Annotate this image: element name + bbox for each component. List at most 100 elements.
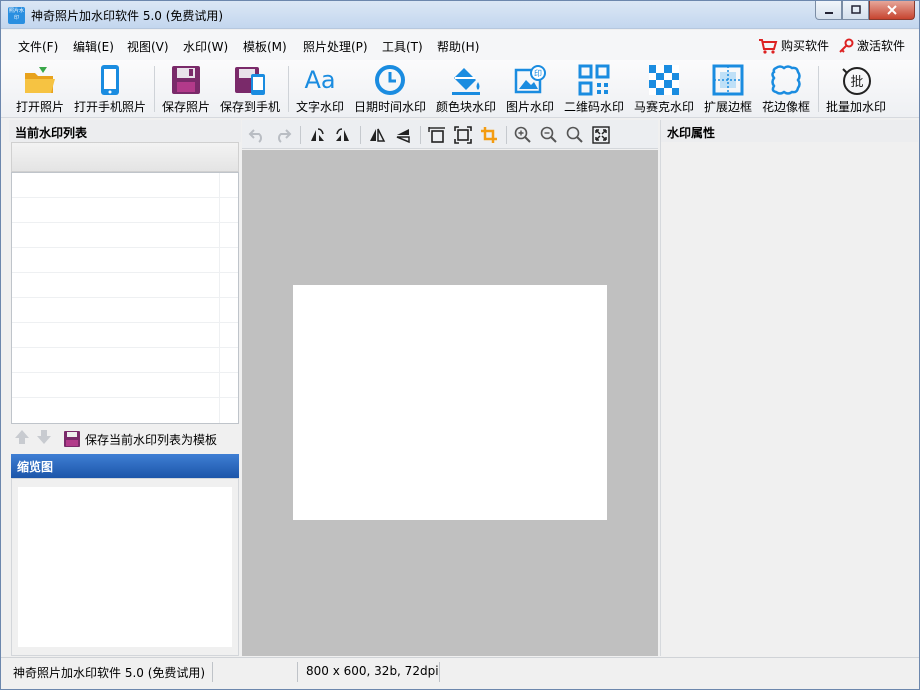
batch-watermark-button[interactable]: 批 批量加水印 [823, 62, 889, 116]
list-column-divider [219, 173, 220, 423]
close-button[interactable] [869, 1, 915, 20]
image-stamp-icon: 印 [514, 65, 546, 94]
flip-horizontal-button[interactable] [366, 124, 388, 146]
crop-button[interactable] [478, 124, 500, 146]
menu-tools[interactable]: 工具(T) [382, 38, 423, 55]
rotate-right-button[interactable] [332, 124, 354, 146]
canvas-toolbar [242, 120, 658, 149]
toolbar-separator [154, 66, 155, 112]
list-item[interactable] [12, 323, 238, 348]
status-separator [439, 662, 440, 682]
crop-icon [481, 127, 497, 143]
zoom-out-icon [540, 126, 557, 143]
rotate-left-button[interactable] [306, 124, 328, 146]
zoom-actual-icon [566, 126, 583, 143]
zoom-out-button[interactable] [538, 124, 560, 146]
list-item[interactable] [12, 223, 238, 248]
zoom-in-icon [514, 126, 531, 143]
text-watermark-label: 文字水印 [295, 100, 344, 114]
menu-watermark[interactable]: 水印(W) [183, 38, 228, 55]
status-bar: 神奇照片加水印软件 5.0 (免费试用) 800 x 600, 32b, 72d… [1, 657, 919, 689]
mosaic-watermark-button[interactable]: 马赛克水印 [631, 62, 697, 116]
arrow-up-icon [15, 430, 29, 444]
color-block-watermark-button[interactable]: 颜色块水印 [433, 62, 499, 116]
thumbnail-preview [18, 487, 232, 647]
menu-edit[interactable]: 编辑(E) [73, 38, 114, 55]
zoom-in-button[interactable] [512, 124, 534, 146]
thumbnail-panel [11, 478, 239, 656]
mosaic-icon [649, 65, 679, 95]
expand-border-icon [712, 64, 744, 96]
batch-icon: 批 [842, 67, 871, 95]
app-icon: 照片水印 [8, 7, 25, 24]
fit-window-button[interactable] [452, 124, 474, 146]
buy-button[interactable]: 购买软件 [758, 37, 829, 54]
image-watermark-label: 图片水印 [505, 100, 554, 114]
save-photo-label: 保存照片 [161, 100, 210, 114]
svg-text:印: 印 [534, 69, 542, 78]
move-down-button[interactable] [33, 429, 55, 449]
fullscreen-button[interactable] [590, 124, 612, 146]
list-item[interactable] [12, 173, 238, 198]
save-to-phone-label: 保存到手机 [219, 100, 280, 114]
maximize-button[interactable] [842, 1, 869, 20]
flip-vertical-icon [396, 129, 410, 144]
menu-view[interactable]: 视图(V) [127, 38, 169, 55]
photo-image[interactable] [293, 285, 607, 520]
open-phone-photo-button[interactable]: 打开手机照片 [71, 62, 149, 116]
actual-size-button[interactable] [564, 124, 586, 146]
menu-help[interactable]: 帮助(H) [437, 38, 479, 55]
window-title: 神奇照片加水印软件 5.0 (免费试用) [31, 9, 224, 23]
canvas-toolbar-separator [300, 126, 301, 144]
save-to-phone-button[interactable]: 保存到手机 [217, 62, 283, 116]
redo-button[interactable] [272, 124, 294, 146]
datetime-watermark-button[interactable]: 日期时间水印 [351, 62, 429, 116]
image-watermark-button[interactable]: 印 图片水印 [503, 62, 557, 116]
open-photo-button[interactable]: 打开照片 [13, 62, 67, 116]
list-item[interactable] [12, 273, 238, 298]
minimize-button[interactable] [815, 1, 842, 20]
canvas-size-icon [428, 127, 445, 143]
menu-photo-process[interactable]: 照片处理(P) [303, 38, 368, 55]
list-actions: 保存当前水印列表为模板 [11, 426, 239, 452]
undo-button[interactable] [246, 124, 268, 146]
paint-bucket-icon [452, 68, 480, 95]
folder-open-icon [25, 67, 55, 93]
flip-vertical-button[interactable] [392, 124, 414, 146]
expand-border-label: 扩展边框 [703, 100, 752, 114]
photo-canvas[interactable] [242, 150, 658, 656]
activate-button[interactable]: 激活软件 [838, 37, 905, 54]
list-item[interactable] [12, 198, 238, 223]
watermark-list-title: 当前水印列表 [9, 120, 241, 142]
clock-icon [375, 65, 405, 95]
list-item[interactable] [12, 373, 238, 398]
watermark-list-header [11, 142, 239, 172]
left-panel: 当前水印列表 保存当前水印列表为模板 缩览图 [9, 120, 241, 656]
menu-file[interactable]: 文件(F) [18, 38, 58, 55]
title-bar: 照片水印 神奇照片加水印软件 5.0 (免费试用) [1, 1, 919, 29]
status-separator [297, 662, 298, 682]
save-template-button[interactable]: 保存当前水印列表为模板 [63, 430, 217, 448]
list-item[interactable] [12, 348, 238, 373]
save-template-icon [64, 431, 80, 447]
list-item[interactable] [12, 298, 238, 323]
qr-watermark-button[interactable]: 二维码水印 [561, 62, 627, 116]
canvas-size-button[interactable] [426, 124, 448, 146]
list-item[interactable] [12, 248, 238, 273]
save-icon [172, 66, 200, 94]
menu-template[interactable]: 模板(M) [243, 38, 287, 55]
save-photo-button[interactable]: 保存照片 [159, 62, 213, 116]
expand-border-button[interactable]: 扩展边框 [701, 62, 755, 116]
close-icon [887, 5, 897, 15]
canvas-toolbar-separator [420, 126, 421, 144]
text-watermark-button[interactable]: Aa 文字水印 [293, 62, 347, 116]
flip-horizontal-icon [370, 128, 386, 142]
move-up-button[interactable] [11, 429, 33, 449]
status-separator [212, 662, 213, 682]
datetime-watermark-label: 日期时间水印 [353, 100, 426, 114]
lace-frame-button[interactable]: 花边像框 [759, 62, 813, 116]
arrow-down-icon [37, 430, 51, 444]
open-phone-photo-label: 打开手机照片 [73, 100, 146, 114]
watermark-list[interactable] [11, 172, 239, 424]
lace-frame-label: 花边像框 [761, 100, 810, 114]
